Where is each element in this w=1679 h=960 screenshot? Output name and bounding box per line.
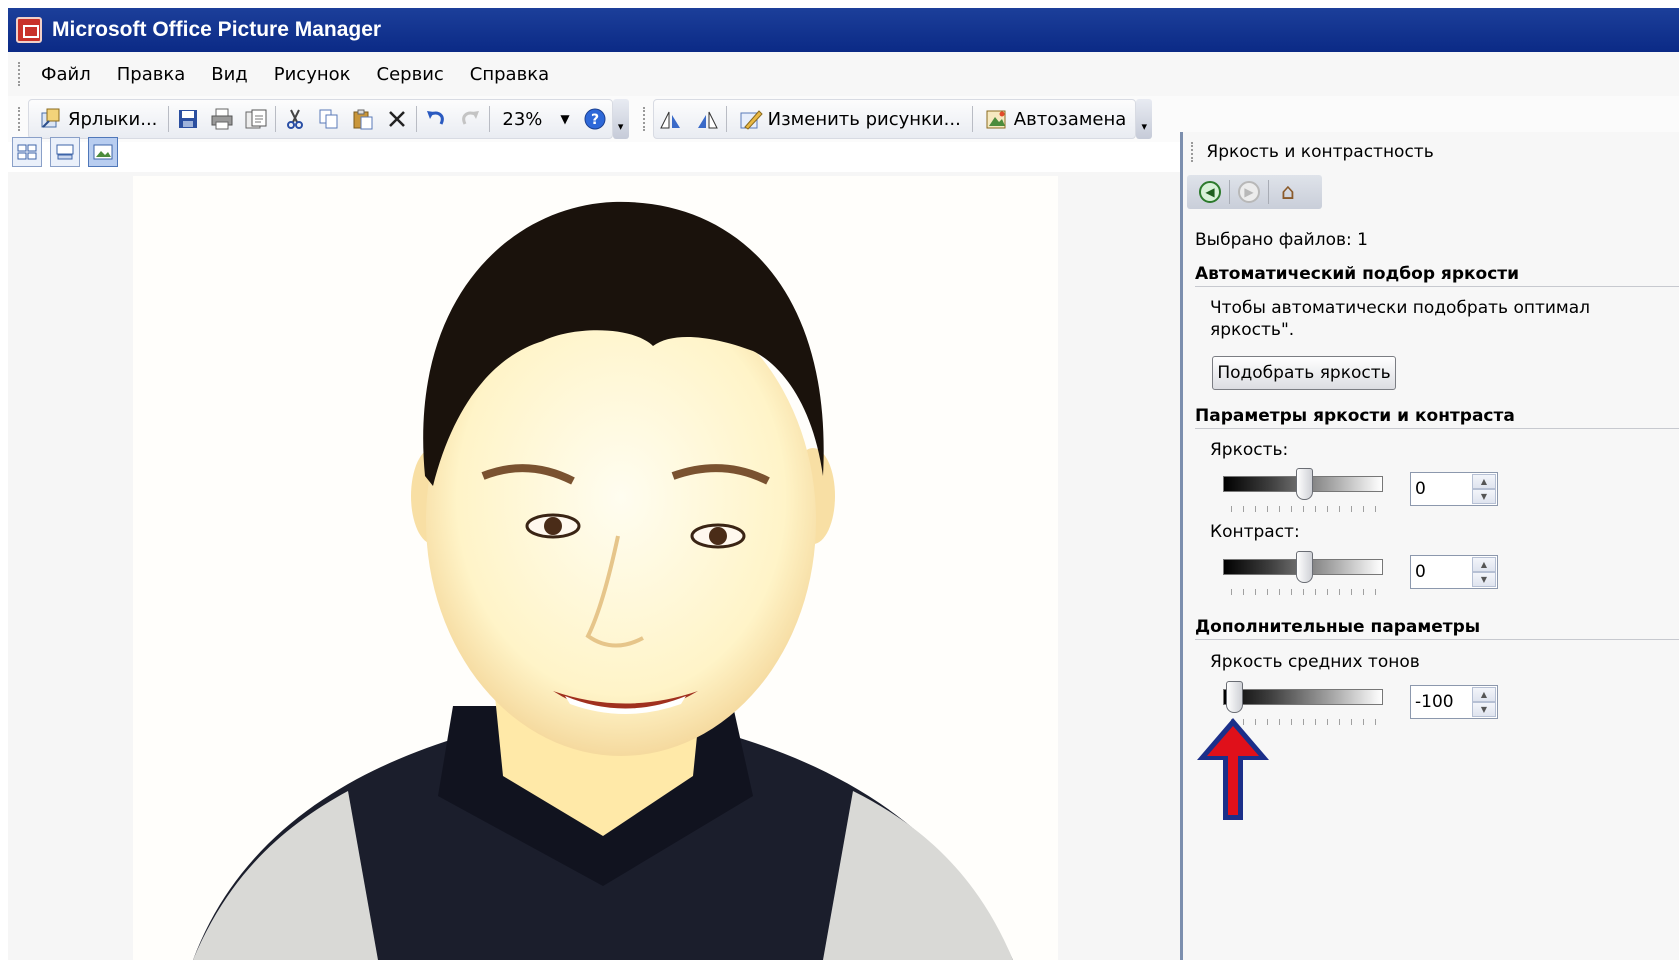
shortcuts-button[interactable]: Ярлыки... <box>33 102 162 136</box>
contrast-slider[interactable] <box>1223 551 1383 583</box>
toolbar-separator <box>275 106 277 132</box>
toolbar-separator <box>416 106 418 132</box>
task-pane-grip-handle[interactable] <box>1191 142 1195 162</box>
edit-pictures-label: Изменить рисунки... <box>767 108 961 130</box>
task-pane-title: Яркость и контрастность <box>1206 142 1434 162</box>
brightness-spinner[interactable]: 0 ▲ ▼ <box>1410 472 1498 506</box>
midtones-slider[interactable] <box>1223 681 1383 713</box>
rotate-left-icon[interactable] <box>658 106 684 132</box>
back-arrow-icon: ◀ <box>1199 181 1221 203</box>
edit-pictures-icon <box>738 106 764 132</box>
menu-file[interactable]: Файл <box>28 64 104 85</box>
paste-icon[interactable] <box>350 106 376 132</box>
annotation-arrow-icon <box>1197 718 1269 820</box>
midtones-up-icon[interactable]: ▲ <box>1472 687 1496 702</box>
contrast-up-icon[interactable]: ▲ <box>1472 557 1496 572</box>
section-divider <box>1195 428 1679 429</box>
picture-canvas <box>8 172 1180 960</box>
task-pane-header: Яркость и контрастность <box>1191 142 1434 162</box>
auto-brightness-description-line2: яркость". <box>1210 320 1295 340</box>
brightness-up-icon[interactable]: ▲ <box>1472 474 1496 489</box>
menu-edit[interactable]: Правка <box>104 64 199 85</box>
toolbar-separator <box>489 106 491 132</box>
midtones-down-icon[interactable]: ▼ <box>1472 702 1496 717</box>
home-icon: ⌂ <box>1281 179 1295 205</box>
midtones-label: Яркость средних тонов <box>1210 652 1420 672</box>
brightness-value: 0 <box>1415 479 1426 499</box>
toolbar-grip-handle[interactable] <box>18 107 22 131</box>
cut-icon[interactable] <box>282 106 308 132</box>
help-icon[interactable]: ? <box>582 106 608 132</box>
brightness-slider-thumb[interactable] <box>1296 468 1313 500</box>
thumbnail-view-icon[interactable] <box>12 137 42 167</box>
forward-arrow-icon: ▶ <box>1238 181 1260 203</box>
midtones-slider-thumb[interactable] <box>1226 681 1243 713</box>
zoom-value: 23% <box>502 108 543 130</box>
auto-brightness-button[interactable]: Подобрать яркость <box>1212 356 1396 390</box>
autocorrect-label: Автозамена <box>1013 108 1127 130</box>
picture-manager-app-icon[interactable] <box>16 17 42 43</box>
redo-icon[interactable] <box>457 106 483 132</box>
contrast-down-icon[interactable]: ▼ <box>1472 572 1496 587</box>
toolbar-separator <box>971 106 973 132</box>
midtones-spinner[interactable]: -100 ▲ ▼ <box>1410 685 1498 719</box>
menu-view[interactable]: Вид <box>198 64 261 85</box>
zoom-dropdown-arrow-icon[interactable]: ▼ <box>560 112 569 126</box>
edited-photo[interactable] <box>133 176 1058 960</box>
brightness-contrast-heading: Параметры яркости и контраста <box>1195 406 1515 426</box>
home-button[interactable]: ⌂ <box>1269 177 1307 207</box>
back-button[interactable]: ◀ <box>1191 177 1229 207</box>
section-divider <box>1195 639 1679 640</box>
brightness-label: Яркость: <box>1210 440 1289 460</box>
menu-help[interactable]: Справка <box>457 64 562 85</box>
rotate-right-icon[interactable] <box>694 106 720 132</box>
print-icon[interactable] <box>209 106 235 132</box>
svg-text:?: ? <box>591 112 599 128</box>
contrast-slider-thumb[interactable] <box>1296 551 1313 583</box>
brightness-down-icon[interactable]: ▼ <box>1472 489 1496 504</box>
zoom-select[interactable]: 23% ▼ <box>496 104 575 134</box>
toolbar-picture-segment: Изменить рисунки... Автозамена <box>652 99 1137 139</box>
section-divider <box>1195 286 1679 287</box>
autocorrect-icon <box>984 106 1010 132</box>
task-pane: Яркость и контрастность ◀ ▶ ⌂ Выбрано фа… <box>1180 132 1679 960</box>
menu-bar: Файл Правка Вид Рисунок Сервис Справка <box>8 52 1679 96</box>
toolbar-separator <box>168 106 170 132</box>
advanced-settings-heading: Дополнительные параметры <box>1195 617 1481 637</box>
shortcuts-label: Ярлыки... <box>68 108 158 130</box>
brightness-slider-ticks <box>1231 506 1381 512</box>
filmstrip-view-icon[interactable] <box>50 137 80 167</box>
delete-icon[interactable] <box>384 106 410 132</box>
title-bar: Microsoft Office Picture Manager <box>8 8 1679 52</box>
task-pane-navigation: ◀ ▶ ⌂ <box>1187 175 1322 209</box>
undo-icon[interactable] <box>423 106 449 132</box>
menu-tools[interactable]: Сервис <box>364 64 457 85</box>
save-icon[interactable] <box>175 106 201 132</box>
toolbar-options-chevron-icon[interactable]: ▾ <box>612 99 629 139</box>
forward-button[interactable]: ▶ <box>1230 177 1268 207</box>
auto-brightness-description-line1: Чтобы автоматически подобрать оптимал <box>1210 298 1591 318</box>
view-mode-bar <box>8 132 126 172</box>
contrast-spinner[interactable]: 0 ▲ ▼ <box>1410 555 1498 589</box>
midtones-value: -100 <box>1415 692 1454 712</box>
copy-icon[interactable] <box>316 106 342 132</box>
shortcuts-icon <box>38 106 64 132</box>
single-picture-view-icon[interactable] <box>88 137 118 167</box>
window-title: Microsoft Office Picture Manager <box>52 18 382 41</box>
email-attach-icon[interactable] <box>243 106 269 132</box>
autocorrect-button[interactable]: Автозамена <box>979 102 1131 136</box>
toolbar-separator <box>725 106 727 132</box>
selected-files-count: Выбрано файлов: 1 <box>1195 230 1368 250</box>
auto-brightness-heading: Автоматический подбор яркости <box>1195 264 1520 284</box>
portrait-photo-image <box>133 176 1058 960</box>
edit-pictures-button[interactable]: Изменить рисунки... <box>733 102 966 136</box>
contrast-slider-ticks <box>1231 589 1381 595</box>
contrast-label: Контраст: <box>1210 522 1300 542</box>
toolbar-grip-handle[interactable] <box>642 107 647 131</box>
menu-grip-handle[interactable] <box>18 62 22 86</box>
brightness-slider[interactable] <box>1223 468 1383 500</box>
contrast-value: 0 <box>1415 562 1426 582</box>
menu-picture[interactable]: Рисунок <box>261 64 364 85</box>
toolbar-options-chevron-icon[interactable]: ▾ <box>1136 99 1153 139</box>
